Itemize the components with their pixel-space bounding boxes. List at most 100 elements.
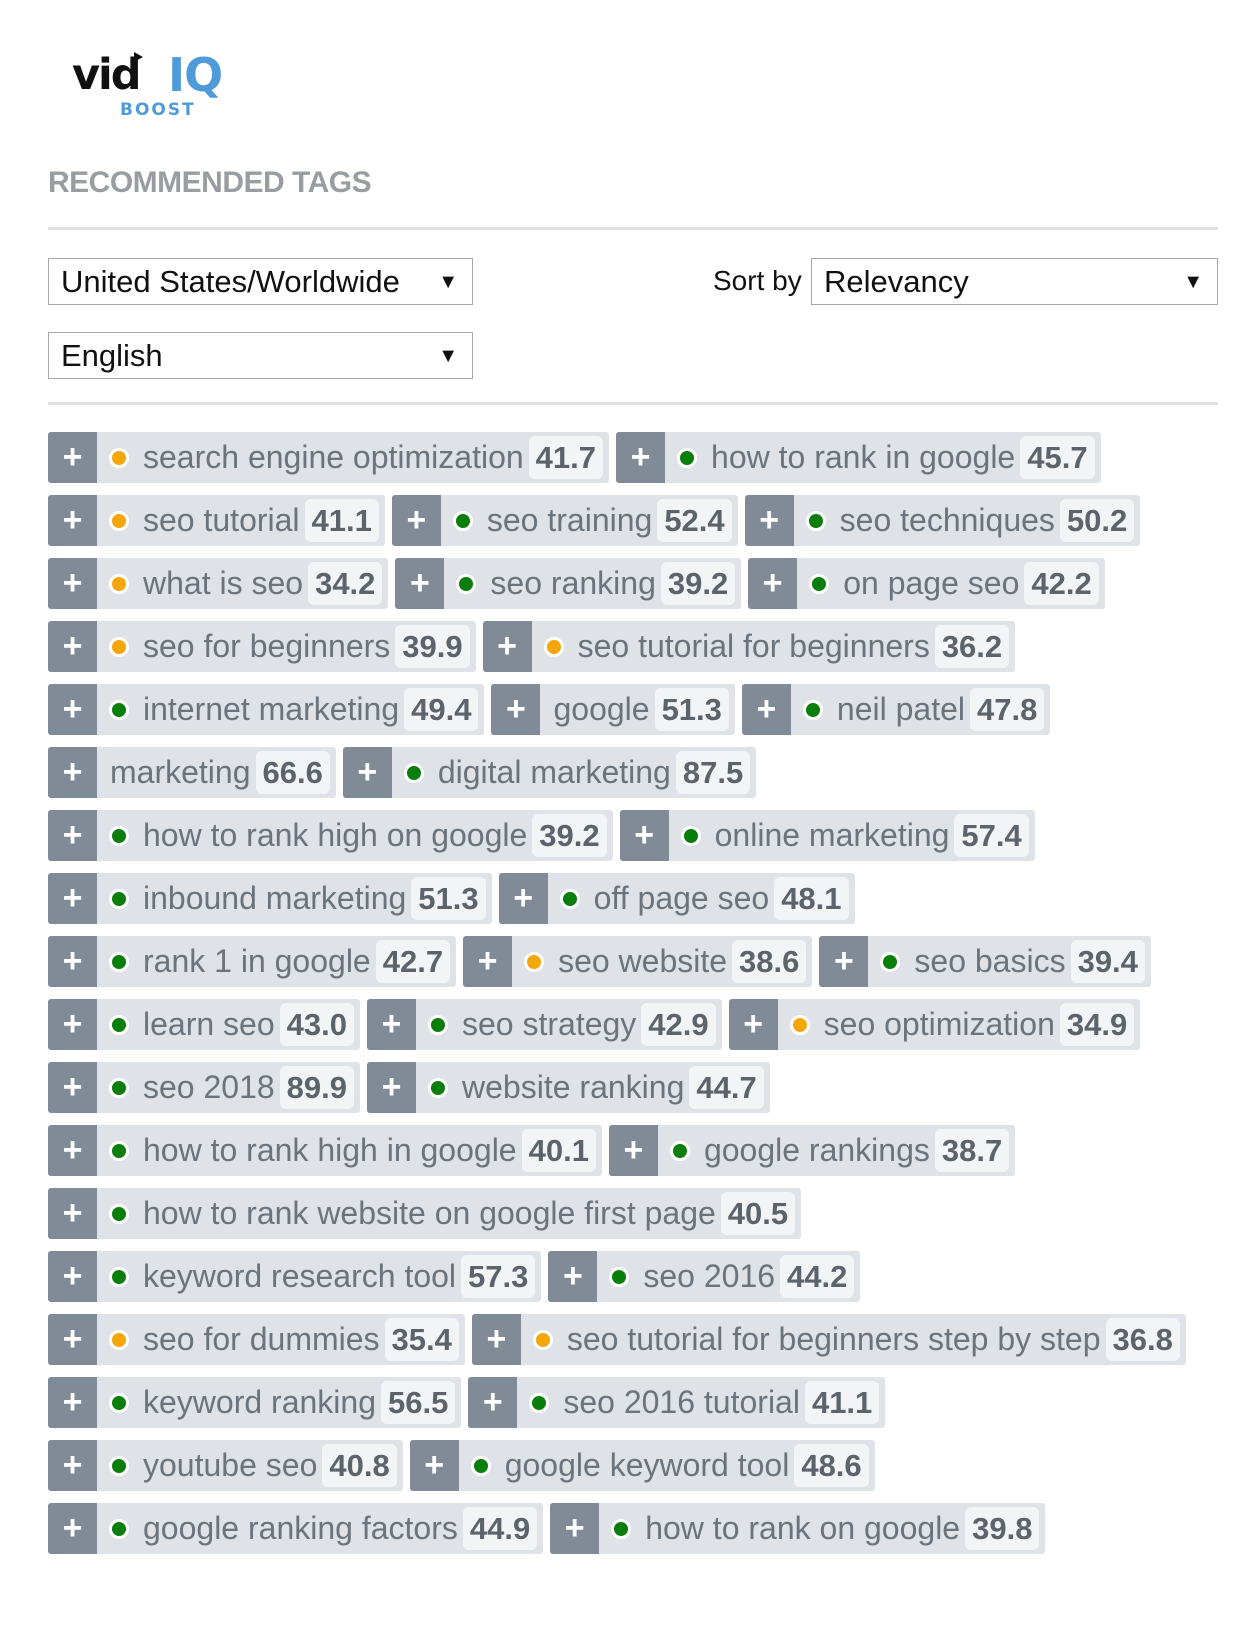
add-tag-button[interactable]: + — [48, 1314, 97, 1365]
add-tag-button[interactable]: + — [48, 621, 97, 672]
status-dot-icon — [543, 636, 564, 657]
tag-chip: + seo tutorial 41.1 — [48, 495, 385, 546]
add-tag-button[interactable]: + — [548, 1251, 598, 1302]
tag-chip: + seo optimization 34.9 — [728, 999, 1141, 1050]
add-tag-button[interactable]: + — [48, 1062, 97, 1113]
add-tag-button[interactable]: + — [48, 1440, 97, 1491]
tag-chip: + digital marketing 87.5 — [342, 747, 757, 798]
add-tag-button[interactable]: + — [498, 873, 548, 924]
status-dot-icon — [109, 1518, 129, 1539]
tag-chip: + what is seo 34.2 — [48, 558, 389, 609]
add-tag-button[interactable]: + — [48, 495, 97, 546]
tag-score: 35.4 — [384, 1318, 459, 1361]
tag-label: seo techniques — [839, 502, 1055, 538]
tag-chip: + internet marketing 49.4 — [48, 684, 485, 735]
tag-score: 57.4 — [954, 814, 1029, 857]
add-tag-button[interactable]: + — [744, 495, 794, 546]
dropdown-arrow-icon: ▼ — [438, 270, 458, 293]
divider — [48, 402, 1218, 405]
tag-chip: + off page seo 48.1 — [498, 873, 855, 924]
country-select[interactable]: United States/Worldwide ▼ — [48, 258, 473, 305]
add-tag-button[interactable]: + — [482, 621, 532, 672]
tag-score: 36.2 — [934, 625, 1010, 668]
tag-score: 41.1 — [304, 499, 379, 542]
sort-by-label: Sort by — [713, 265, 802, 296]
tag-chip: + marketing 66.6 — [48, 747, 336, 798]
tag-chip: + seo techniques 50.2 — [744, 495, 1141, 546]
status-dot-icon — [109, 1203, 129, 1224]
sort-select-value: Relevancy — [824, 263, 969, 299]
tag-label: how to rank website on google first page — [143, 1195, 716, 1231]
tag-chip: + seo tutorial for beginners 36.2 — [482, 621, 1016, 672]
tag-label: seo website — [558, 943, 728, 979]
add-tag-button[interactable]: + — [48, 684, 97, 735]
add-tag-button[interactable]: + — [48, 999, 97, 1050]
tag-label: rank 1 in google — [143, 943, 371, 979]
tag-label: seo for beginners — [143, 628, 391, 664]
tag-score: 42.7 — [375, 940, 451, 983]
status-dot-icon — [609, 1266, 630, 1287]
add-tag-button[interactable]: + — [48, 1125, 97, 1176]
tag-label: website ranking — [462, 1069, 685, 1105]
add-tag-button[interactable]: + — [48, 747, 97, 798]
status-dot-icon — [456, 573, 477, 594]
add-tag-button[interactable]: + — [48, 1377, 97, 1428]
add-tag-button[interactable]: + — [748, 558, 798, 609]
add-tag-button[interactable]: + — [616, 432, 666, 483]
logo-text-iq: IQ — [168, 48, 223, 102]
add-tag-button[interactable]: + — [366, 999, 416, 1050]
add-tag-button[interactable]: + — [463, 936, 513, 987]
tag-score: 44.9 — [462, 1507, 538, 1550]
add-tag-button[interactable]: + — [741, 684, 791, 735]
add-tag-button[interactable]: + — [619, 810, 669, 861]
tag-score: 39.4 — [1070, 940, 1145, 983]
tag-label: learn seo — [143, 1006, 275, 1042]
status-dot-icon — [805, 510, 826, 531]
status-dot-icon — [452, 510, 473, 531]
status-dot-icon — [109, 510, 129, 531]
add-tag-button[interactable]: + — [48, 558, 97, 609]
add-tag-button[interactable]: + — [48, 936, 97, 987]
add-tag-button[interactable]: + — [819, 936, 869, 987]
tag-label: on page seo — [843, 565, 1020, 601]
add-tag-button[interactable]: + — [48, 1188, 97, 1239]
tag-label: seo strategy — [461, 1006, 637, 1042]
add-tag-button[interactable]: + — [728, 999, 778, 1050]
tag-label: how to rank high on google — [143, 817, 528, 853]
tag-label: seo tutorial for beginners — [577, 628, 930, 664]
recommended-tags-list: + search engine optimization 41.7 + how to r… — [48, 432, 1228, 1554]
add-tag-button[interactable]: + — [395, 558, 445, 609]
add-tag-button[interactable]: + — [48, 1251, 97, 1302]
tag-score: 38.7 — [934, 1129, 1010, 1172]
add-tag-button[interactable]: + — [468, 1377, 518, 1428]
add-tag-button[interactable]: + — [48, 810, 97, 861]
add-tag-button[interactable]: + — [608, 1125, 658, 1176]
status-dot-icon — [109, 825, 129, 846]
language-select[interactable]: English ▼ — [48, 332, 473, 379]
add-tag-button[interactable]: + — [491, 684, 541, 735]
tag-label: off page seo — [593, 880, 770, 916]
add-tag-button[interactable]: + — [471, 1314, 521, 1365]
add-tag-button[interactable]: + — [550, 1503, 600, 1554]
tag-chip: + keyword research tool 57.3 — [48, 1251, 542, 1302]
add-tag-button[interactable]: + — [342, 747, 392, 798]
add-tag-button[interactable]: + — [391, 495, 441, 546]
add-tag-button[interactable]: + — [367, 1062, 417, 1113]
status-dot-icon — [470, 1455, 491, 1476]
tag-score: 57.3 — [461, 1255, 536, 1298]
add-tag-button[interactable]: + — [48, 432, 97, 483]
tag-score: 48.6 — [794, 1444, 869, 1487]
tag-label: how to rank high in google — [143, 1132, 517, 1168]
tag-score: 41.7 — [528, 436, 604, 479]
status-dot-icon — [109, 1014, 129, 1035]
add-tag-button[interactable]: + — [48, 1503, 97, 1554]
tag-label: google rankings — [703, 1132, 930, 1168]
tag-score: 44.7 — [689, 1066, 764, 1109]
tag-label: seo 2018 — [143, 1069, 275, 1105]
add-tag-button[interactable]: + — [48, 873, 97, 924]
tag-label: how to rank in google — [711, 439, 1016, 475]
tag-label: online marketing — [714, 817, 950, 853]
status-dot-icon — [109, 447, 129, 468]
add-tag-button[interactable]: + — [409, 1440, 459, 1491]
sort-select[interactable]: Relevancy ▼ — [811, 258, 1218, 305]
